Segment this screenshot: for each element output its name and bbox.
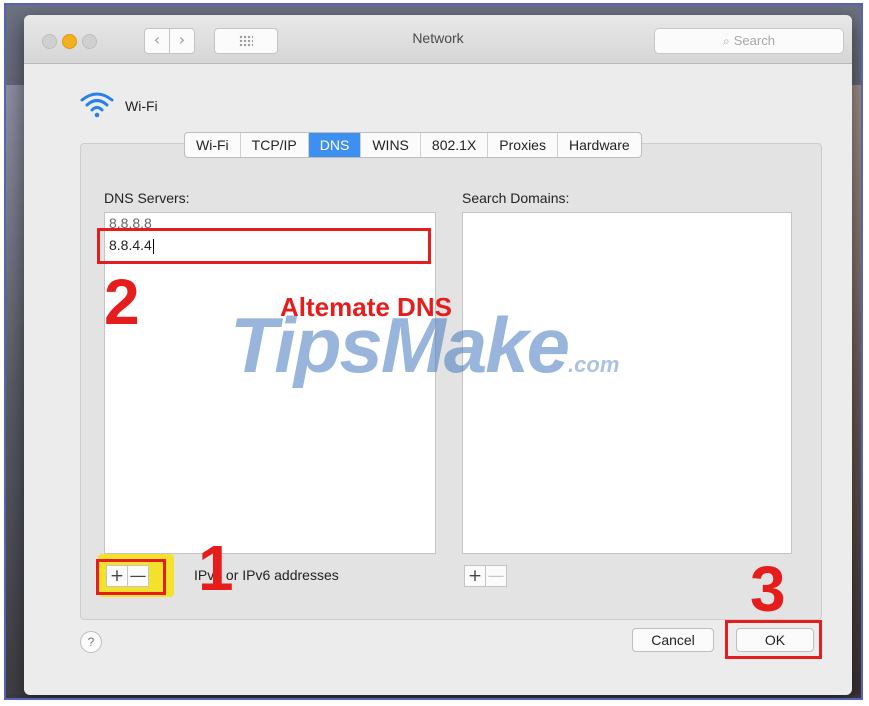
dns-servers-label: DNS Servers: <box>104 190 190 206</box>
interface-name: Wi-Fi <box>125 98 158 114</box>
add-domain-button[interactable]: + <box>465 566 485 586</box>
watermark-suffix: .com <box>568 352 620 377</box>
annotation-step-2: 2 <box>104 266 140 338</box>
wifi-icon <box>80 92 114 118</box>
search-input[interactable]: ⌕ Search <box>654 28 844 54</box>
annotation-highlight-add-remove <box>96 559 166 595</box>
domains-add-remove-group: + — <box>464 565 507 587</box>
tab-tcpip[interactable]: TCP/IP <box>241 133 309 157</box>
tab-bar: Wi-Fi TCP/IP DNS WINS 802.1X Proxies Har… <box>184 132 642 158</box>
tab-wifi[interactable]: Wi-Fi <box>185 133 241 157</box>
title-bar: ‹ › Network ⌕ Search <box>24 15 852 64</box>
tab-wins[interactable]: WINS <box>361 133 421 157</box>
search-placeholder: Search <box>733 33 775 48</box>
search-icon: ⌕ <box>723 34 730 48</box>
search-domains-label: Search Domains: <box>462 190 570 206</box>
help-button[interactable]: ? <box>80 631 102 653</box>
tab-proxies[interactable]: Proxies <box>488 133 558 157</box>
annotation-highlight-alternate-dns <box>97 228 431 264</box>
tab-dns[interactable]: DNS <box>308 133 362 157</box>
remove-domain-button[interactable]: — <box>485 566 506 586</box>
annotation-label-alternate: Altemate DNS <box>280 292 452 322</box>
annotation-step-3: 3 <box>750 553 786 625</box>
cancel-button[interactable]: Cancel <box>632 628 714 652</box>
annotation-step-1: 1 <box>198 532 234 604</box>
annotation-highlight-ok <box>725 620 822 659</box>
tab-8021x[interactable]: 802.1X <box>421 133 489 157</box>
tab-hardware[interactable]: Hardware <box>558 133 641 157</box>
